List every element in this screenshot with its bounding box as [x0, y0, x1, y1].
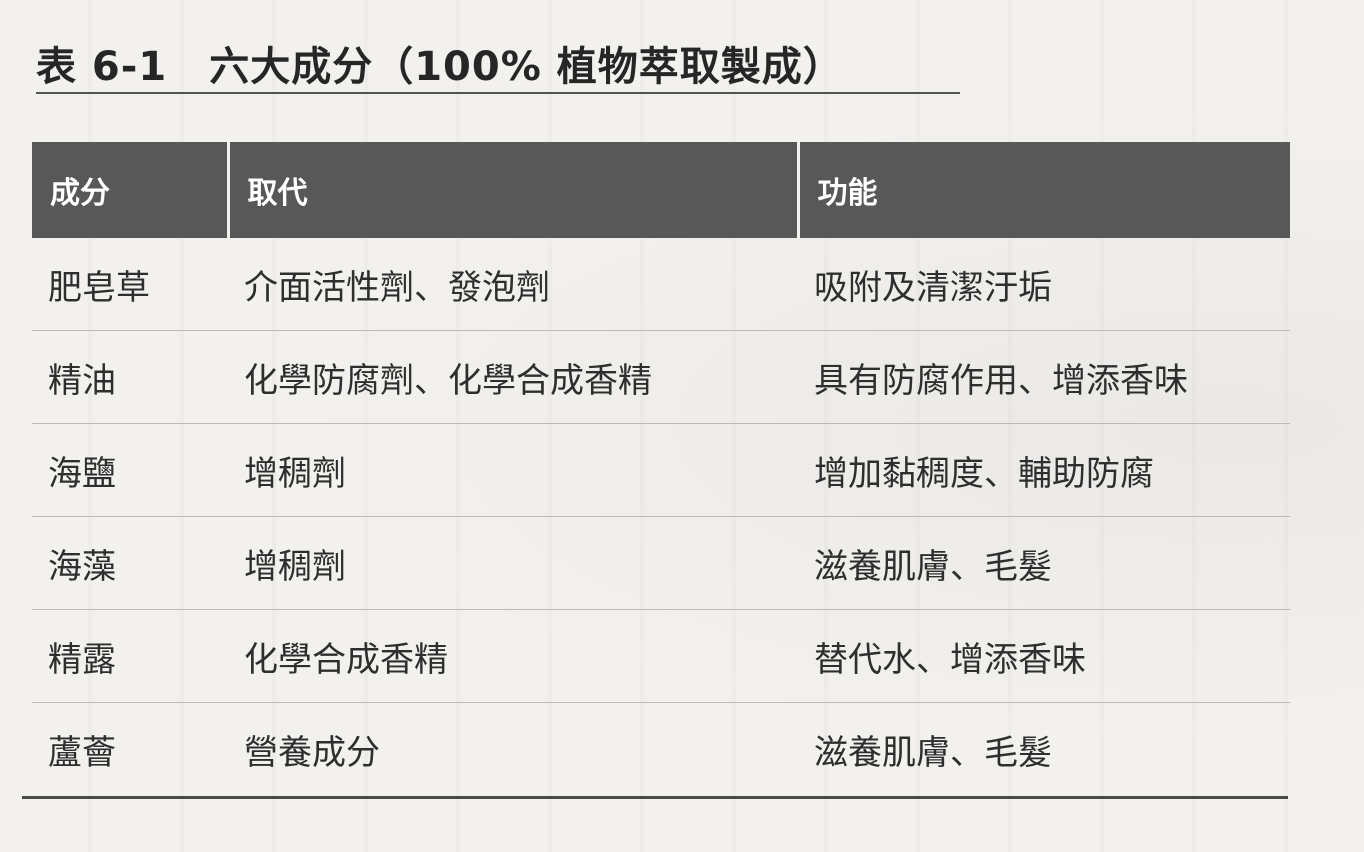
cell-ingredient: 海鹽: [32, 423, 228, 517]
cell-replaces: 營養成分: [244, 732, 380, 773]
header-row: 成分 取代 功能: [32, 142, 1290, 238]
table-title: 六大成分（100% 植物萃取製成）: [209, 44, 844, 90]
table-bottom-rule: [22, 796, 1288, 799]
cell-function: 具有防腐作用、增添香味: [798, 330, 1290, 424]
table-row: 肥皂草 介面活性劑、發泡劑 吸附及清潔汙垢: [32, 238, 1290, 331]
ingredients-table: 成分 取代 功能 肥皂草 介面活性劑、發泡劑 吸附及清潔汙垢 精油 化學防腐劑、…: [32, 142, 1290, 795]
table-row: 海藻 增稠劑 滋養肌膚、毛髮: [32, 516, 1290, 610]
cell-replaces: 介面活性劑、發泡劑: [228, 238, 798, 331]
cell-function: 替代水、增添香味: [798, 609, 1290, 703]
cell-ingredient: 精露: [32, 609, 228, 703]
header-function: 功能: [798, 142, 1290, 238]
cell-ingredient: 海藻: [32, 516, 228, 610]
table-row: 蘆薈 營養成分 滋養肌膚、毛髮: [32, 703, 1290, 796]
header-replaces: 取代: [228, 142, 800, 238]
cell-function: 滋養肌膚、毛髮: [798, 516, 1290, 610]
header-ingredient: 成分: [32, 142, 230, 238]
caption-underline: [36, 92, 960, 94]
table-number: 表 6-1: [36, 44, 168, 90]
cell-replaces: 化學防腐劑、化學合成香精: [228, 330, 798, 424]
cell-ingredient: 蘆薈: [48, 732, 116, 773]
cell-ingredient: 肥皂草: [32, 238, 228, 331]
cell-replaces: 增稠劑: [228, 423, 798, 517]
table-header: 成分 取代 功能: [32, 142, 1290, 238]
cell-function: 吸附及清潔汙垢: [798, 238, 1290, 331]
cell-ingredient: 精油: [32, 330, 228, 424]
cell-replaces: 化學合成香精: [228, 609, 798, 703]
table-body: 肥皂草 介面活性劑、發泡劑 吸附及清潔汙垢 精油 化學防腐劑、化學合成香精 具有…: [32, 238, 1290, 795]
cell-function: 增加黏稠度、輔助防腐: [798, 423, 1290, 517]
table-row: 海鹽 增稠劑 增加黏稠度、輔助防腐: [32, 423, 1290, 517]
table-row: 精露 化學合成香精 替代水、增添香味: [32, 609, 1290, 703]
table-row: 精油 化學防腐劑、化學合成香精 具有防腐作用、增添香味: [32, 330, 1290, 424]
cell-replaces: 增稠劑: [228, 516, 798, 610]
cell-function: 滋養肌膚、毛髮: [814, 732, 1052, 773]
table-caption: 表 6-1 六大成分（100% 植物萃取製成）: [36, 34, 844, 92]
